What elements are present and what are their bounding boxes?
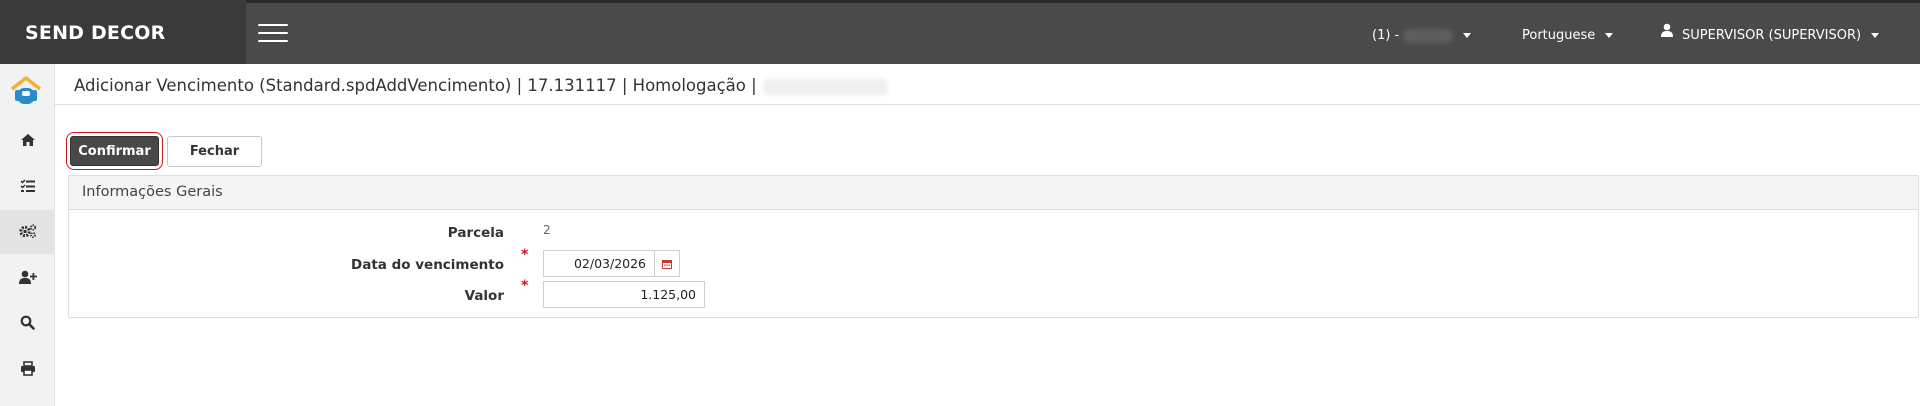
language-label: Portuguese	[1522, 28, 1596, 43]
due-date-label: Data do vencimento	[351, 257, 504, 273]
search-icon	[20, 315, 35, 334]
home-icon	[20, 132, 36, 151]
confirm-button[interactable]: Confirmar	[70, 136, 159, 166]
parcela-label: Parcela	[447, 225, 504, 241]
required-marker: *	[521, 278, 529, 294]
sidebar-item-add-user[interactable]	[0, 256, 55, 300]
company-name-redacted	[1403, 28, 1454, 43]
print-icon	[20, 360, 36, 380]
title-divider	[55, 104, 1920, 105]
gears-icon	[18, 223, 37, 242]
hamburger-menu-icon[interactable]	[258, 24, 288, 44]
value-label: Valor	[464, 288, 504, 304]
brand-logo-text[interactable]: SEND DECOR	[0, 0, 246, 64]
sidebar	[0, 64, 55, 406]
sidebar-item-tasks[interactable]	[0, 165, 55, 209]
top-navbar: SEND DECOR (1) - Portuguese SUPERVISOR (…	[0, 0, 1920, 64]
company-selector[interactable]: (1) -	[1372, 0, 1472, 64]
required-marker: *	[521, 247, 529, 263]
caret-down-icon	[1871, 33, 1880, 38]
page-title: Adicionar Vencimento (Standard.spdAddVen…	[74, 76, 888, 95]
sidebar-item-settings[interactable]	[0, 210, 55, 254]
app-logo-icon[interactable]	[9, 74, 43, 108]
sidebar-item-home[interactable]	[0, 119, 55, 163]
close-button[interactable]: Fechar	[167, 136, 262, 167]
panel-title: Informações Gerais	[69, 176, 1918, 210]
user-icon	[1660, 0, 1674, 70]
language-selector[interactable]: Portuguese	[1522, 0, 1614, 64]
sidebar-item-search[interactable]	[0, 302, 55, 346]
due-date-input[interactable]: 02/03/2026	[543, 250, 655, 277]
sidebar-item-print[interactable]	[0, 348, 55, 392]
checklist-icon	[19, 178, 36, 197]
calendar-button[interactable]	[654, 250, 680, 277]
user-plus-icon	[18, 269, 37, 288]
page-title-redacted	[762, 78, 888, 95]
calendar-icon	[662, 254, 672, 273]
user-menu[interactable]: SUPERVISOR (SUPERVISOR)	[1660, 0, 1880, 64]
page-title-text: Adicionar Vencimento (Standard.spdAddVen…	[74, 76, 757, 95]
user-name: SUPERVISOR (SUPERVISOR)	[1682, 28, 1862, 43]
caret-down-icon	[1605, 33, 1614, 38]
parcela-value: 2	[543, 223, 551, 237]
value-input[interactable]: 1.125,00	[543, 281, 705, 308]
company-label: (1) -	[1372, 28, 1400, 43]
caret-down-icon	[1463, 33, 1472, 38]
